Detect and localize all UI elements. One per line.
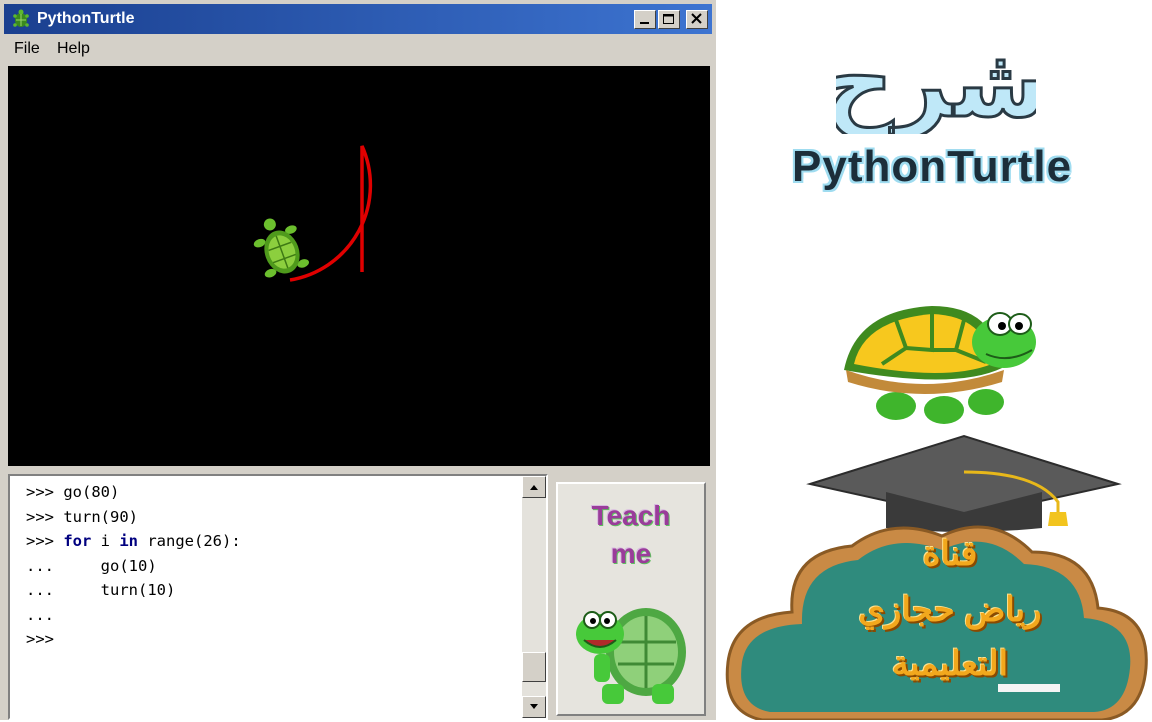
shell-line: >>> go(80) [26,483,120,501]
scroll-thumb[interactable] [522,652,546,682]
window-title: PythonTurtle [37,10,135,27]
turtle-canvas[interactable] [8,66,710,466]
channel-name-line3: التعليمية [891,645,1009,683]
shell-prompt-line[interactable]: >>> [26,627,241,652]
scroll-down-button[interactable] [522,696,546,718]
mascot-turtle-icon [844,306,1036,424]
arrow-down-icon [530,704,538,709]
maximize-icon [663,14,674,24]
shell-line: >>> turn(90) [26,507,138,526]
menu-bar: File Help [4,36,712,62]
shell-line: ... go(10) [26,556,157,575]
shell-scrollbar[interactable] [522,476,546,718]
channel-name-line2: رياض حجازي [858,591,1042,629]
scroll-up-button[interactable] [522,476,546,498]
arabic-calligraphy: شرح [823,26,1049,141]
menu-file[interactable]: File [14,40,40,58]
brand-title: PythonTurtle [792,142,1073,191]
minimize-button[interactable] [634,10,656,29]
turtle-drawing [253,145,373,282]
svg-text:شرح: شرح [836,27,1036,134]
minimize-icon [640,22,649,24]
title-bar[interactable]: PythonTurtle [4,4,712,34]
teach-label-line2: me [610,538,652,569]
maximize-button[interactable] [658,10,680,29]
shell-line: ... turn(10) [26,581,176,599]
turtle-sprite [253,218,309,278]
arabic-title-art: شرح [823,24,1049,141]
menu-help[interactable]: Help [57,40,90,58]
turtle-icon [13,9,29,27]
arrow-up-icon [530,485,538,490]
shell-line: ... [26,605,54,624]
python-shell[interactable]: >>> go(80) >>> turn(90) >>> for i in ran… [8,474,548,720]
teacher-turtle-icon [576,608,686,704]
teach-label-line1: Teach [591,500,671,531]
close-button[interactable] [686,10,708,29]
channel-name-line1: قناة [922,535,978,573]
python-turtle-window: PythonTurtle File Help >>> go(80) >>> tu… [0,0,716,720]
close-icon [691,13,702,24]
teach-me-button[interactable]: Teach me [556,482,706,716]
shell-line: >>> for i in range(26): [26,532,241,550]
shell-output: >>> go(80) >>> turn(90) >>> for i in ran… [26,480,241,652]
